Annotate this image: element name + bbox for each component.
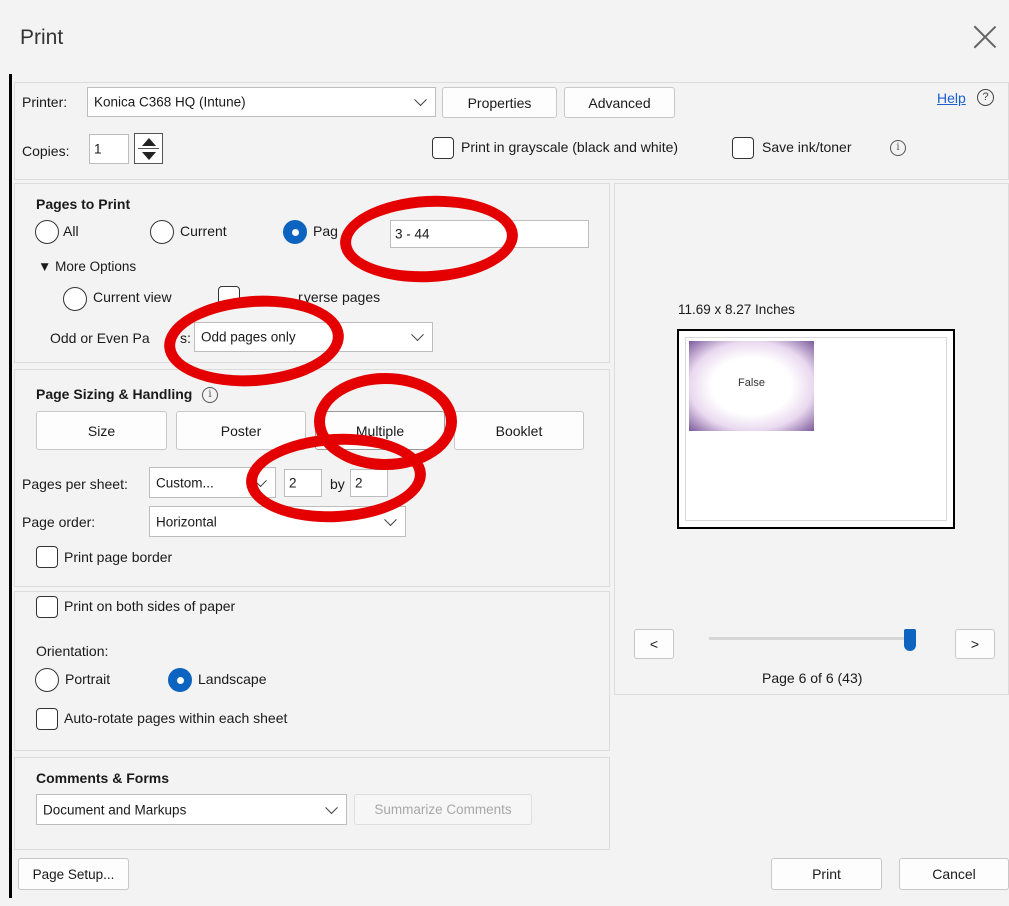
grayscale-checkbox[interactable] <box>432 137 454 159</box>
poster-button[interactable]: Poster <box>176 411 306 450</box>
comments-heading: Comments & Forms <box>36 770 170 786</box>
info-icon[interactable]: i <box>202 387 218 403</box>
comments-select[interactable]: Document and Markups <box>36 794 347 825</box>
info-icon[interactable]: i <box>890 140 906 156</box>
reverse-pages-label: r verse pages <box>298 289 381 305</box>
chevron-down-icon <box>254 473 267 487</box>
all-radio[interactable] <box>35 220 59 244</box>
odd-even-label: Odd or Even Pa <box>50 330 150 346</box>
comments-value: Document and Markups <box>43 802 187 817</box>
save-ink-checkbox[interactable] <box>732 137 754 159</box>
portrait-radio[interactable] <box>35 668 59 692</box>
cancel-button[interactable]: Cancel <box>899 858 1009 890</box>
chevron-down-icon <box>411 328 424 342</box>
help-link[interactable]: Help <box>937 90 966 106</box>
size-button[interactable]: Size <box>36 411 167 450</box>
pages-range-value: 3 - 44 <box>395 226 430 242</box>
page-order-value: Horizontal <box>156 514 217 529</box>
dialog-title: Print <box>20 26 64 49</box>
help-icon[interactable]: ? <box>977 89 994 106</box>
summarize-comments-button[interactable]: Summarize Comments <box>354 794 532 825</box>
stepper-down-icon[interactable] <box>142 152 156 160</box>
title-bar <box>0 0 1009 72</box>
current-label: Current <box>180 223 227 239</box>
odd-even-select[interactable]: Odd pages only <box>194 322 433 352</box>
preview-thumbnail: False <box>689 341 814 431</box>
page-slider-track[interactable] <box>709 637 912 640</box>
current-view-radio[interactable] <box>63 287 87 311</box>
stepper-up-icon[interactable] <box>142 138 156 146</box>
page-setup-button[interactable]: Page Setup... <box>18 858 129 890</box>
by-label: by <box>330 476 345 492</box>
prev-page-button[interactable]: < <box>634 629 674 659</box>
left-border <box>9 74 12 898</box>
rows-input[interactable]: 2 <box>350 469 388 497</box>
reverse-pages-checkbox[interactable] <box>218 286 240 308</box>
page-sizing-heading: Page Sizing & Handling <box>36 386 193 402</box>
copies-label: Copies: <box>22 143 70 159</box>
print-button[interactable]: Print <box>771 858 882 890</box>
landscape-radio[interactable] <box>168 668 192 692</box>
current-radio[interactable] <box>150 220 174 244</box>
thumbnail-text: False <box>738 377 765 389</box>
portrait-label: Portrait <box>65 671 111 687</box>
page-status: Page 6 of 6 (43) <box>762 670 863 686</box>
printer-value: Konica C368 HQ (Intune) <box>94 94 246 110</box>
page-border-label: Print page border <box>64 549 173 565</box>
booklet-button[interactable]: Booklet <box>454 411 584 450</box>
pages-label: Pag <box>313 223 338 239</box>
copies-value: 1 <box>94 141 102 157</box>
page-border-checkbox[interactable] <box>36 546 58 568</box>
copies-stepper[interactable] <box>134 133 163 164</box>
multiple-button[interactable]: Multiple <box>315 411 445 450</box>
per-sheet-label: Pages per sheet: <box>22 476 128 492</box>
landscape-label: Landscape <box>198 671 267 687</box>
pages-to-print-heading: Pages to Print <box>36 196 131 212</box>
more-options-toggle[interactable]: ▼ More Options <box>38 259 136 274</box>
per-sheet-select[interactable]: Custom... <box>149 467 276 498</box>
save-ink-label: Save ink/toner <box>762 139 852 155</box>
pages-range-input[interactable]: 3 - 44 <box>390 220 589 248</box>
preview-frame: False <box>677 329 955 529</box>
page-order-select[interactable]: Horizontal <box>149 506 406 537</box>
both-sides-label: Print on both sides of paper <box>64 598 236 614</box>
chevron-down-icon <box>325 800 338 814</box>
close-icon[interactable] <box>972 24 998 50</box>
columns-value: 2 <box>289 475 297 491</box>
odd-even-value: Odd pages only <box>201 329 296 345</box>
autorotate-checkbox[interactable] <box>36 708 58 730</box>
odd-even-label-tail: s: <box>180 330 191 346</box>
copies-input[interactable]: 1 <box>89 134 129 164</box>
next-page-button[interactable]: > <box>955 629 995 659</box>
stepper-divider <box>138 148 159 149</box>
both-sides-checkbox[interactable] <box>36 596 58 618</box>
page-slider-thumb[interactable] <box>904 629 916 651</box>
columns-input[interactable]: 2 <box>284 469 322 497</box>
grayscale-label: Print in grayscale (black and white) <box>461 139 679 155</box>
properties-button[interactable]: Properties <box>442 87 557 118</box>
per-sheet-value: Custom... <box>156 475 214 490</box>
rows-value: 2 <box>355 475 363 491</box>
orientation-label: Orientation: <box>36 643 109 659</box>
odd-even-label-head: Odd or Even Pa <box>50 330 150 346</box>
paper-size-label: 11.69 x 8.27 Inches <box>678 302 795 317</box>
chevron-down-icon <box>414 93 427 107</box>
printer-select[interactable]: Konica C368 HQ (Intune) <box>87 87 436 117</box>
printer-label: Printer: <box>22 94 68 110</box>
pages-radio[interactable] <box>283 220 307 244</box>
autorotate-label: Auto-rotate pages within each sheet <box>64 710 288 726</box>
page-order-label: Page order: <box>22 514 96 530</box>
all-label: All <box>63 223 79 239</box>
chevron-down-icon <box>384 512 397 526</box>
current-view-label: Current view <box>93 289 172 305</box>
advanced-button[interactable]: Advanced <box>564 87 675 118</box>
